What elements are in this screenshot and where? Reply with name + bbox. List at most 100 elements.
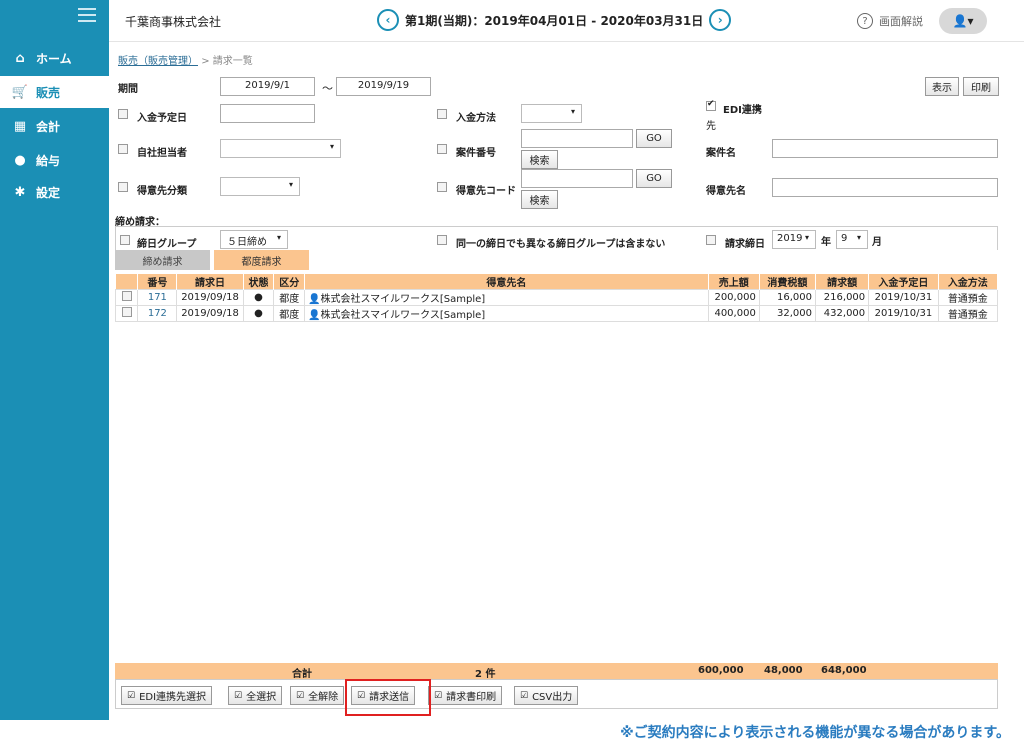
table-row[interactable]: 172 2019/09/18 ● 都度 👤株式会社スマイルワークス[Sample…: [114, 305, 999, 322]
breadcrumb-separator: >: [201, 56, 210, 67]
tab-per-billing[interactable]: 都度請求: [214, 250, 309, 270]
check-icon: ☑: [434, 690, 443, 701]
project-go-button[interactable]: GO: [636, 129, 672, 148]
help-link[interactable]: ? 画面解説: [857, 13, 923, 29]
home-icon: ⌂: [15, 50, 25, 66]
sidebar-item-label: 販売: [36, 85, 61, 100]
top-header: 千葉商事株式会社 ‹ 第1期(当期)：2019年04月01日 - 2020年03…: [109, 0, 1024, 42]
question-icon: ?: [857, 13, 873, 29]
menu-icon[interactable]: [78, 8, 96, 22]
breadcrumb-parent-link[interactable]: 販売（販売管理）: [118, 56, 198, 67]
payment-method-checkbox[interactable]: [437, 109, 447, 119]
invoice-date: 2019/09/18: [176, 305, 244, 322]
table-row[interactable]: 171 2019/09/18 ● 都度 👤株式会社スマイルワークス[Sample…: [114, 289, 999, 306]
print-button[interactable]: 印刷: [963, 77, 999, 96]
highlight-box: [345, 679, 431, 716]
project-no-input[interactable]: [521, 129, 633, 148]
row-checkbox[interactable]: [121, 307, 132, 317]
chevron-down-icon: ▾: [276, 233, 281, 242]
breadcrumb: 販売（販売管理） > 請求一覧: [118, 52, 253, 67]
closing-day-checkbox[interactable]: [706, 235, 716, 245]
button-label: CSV出力: [532, 692, 573, 703]
user-icon: 👤▾: [952, 14, 974, 28]
payment-method-select[interactable]: ▾: [521, 104, 582, 123]
sidebar-item-settings[interactable]: ✱ 設定: [0, 176, 109, 208]
deselect-all-button[interactable]: ☑ 全解除: [290, 686, 345, 705]
project-name-input[interactable]: [772, 139, 998, 158]
sidebar-item-accounting[interactable]: ▦ 会計: [0, 110, 109, 142]
sidebar-item-label: ホーム: [36, 51, 72, 66]
help-label: 画面解説: [879, 15, 923, 28]
chevron-down-icon: ▾: [570, 107, 575, 116]
project-no-checkbox[interactable]: [437, 144, 447, 154]
customer-class-select[interactable]: ▾: [220, 177, 300, 196]
edi-checkbox[interactable]: ✔: [706, 99, 716, 111]
sales-amount: 200,000: [707, 289, 760, 306]
person-icon: 👤: [308, 310, 321, 321]
customer-name-input[interactable]: [772, 178, 998, 197]
invoice-no-link[interactable]: 171: [137, 289, 178, 306]
print-invoice-button[interactable]: ☑ 請求書印刷: [428, 686, 503, 705]
tab-closing-billing[interactable]: 締め請求: [115, 250, 210, 270]
status-icon: ●: [242, 305, 275, 322]
prev-period-icon[interactable]: ‹: [377, 9, 399, 31]
customer-class-label: 得意先分類: [137, 186, 187, 197]
project-no-label: 案件番号: [456, 148, 496, 159]
customer-code-input[interactable]: [521, 169, 633, 188]
check-icon: ☑: [296, 690, 305, 701]
customer-code-checkbox[interactable]: [437, 182, 447, 192]
row-select-cell[interactable]: [114, 289, 139, 306]
select-all-button[interactable]: ☑ 全選択: [228, 686, 283, 705]
period-label: 期間: [118, 84, 138, 95]
csv-export-button[interactable]: ☑ CSV出力: [514, 686, 579, 705]
sidebar-item-label: 会計: [36, 119, 61, 134]
year-select[interactable]: 2019 ▾: [772, 230, 816, 249]
chevron-down-icon: ▾: [329, 142, 334, 151]
show-button[interactable]: 表示: [925, 77, 959, 96]
staff-select[interactable]: ▾: [220, 139, 341, 158]
closing-group-select[interactable]: ５日締め ▾: [220, 230, 288, 249]
invoice-no-link[interactable]: 172: [137, 305, 178, 322]
customer-class-checkbox[interactable]: [118, 182, 128, 192]
period-to-input[interactable]: 2019/9/19: [336, 77, 431, 96]
due-date-input[interactable]: [220, 104, 315, 123]
year-value: 2019: [777, 233, 803, 244]
due-date-checkbox[interactable]: [118, 109, 128, 119]
calculator-icon: ▦: [13, 118, 27, 134]
period-selector: ‹ 第1期(当期)：2019年04月01日 - 2020年03月31日 ›: [371, 9, 737, 31]
sidebar-item-sales[interactable]: 🛒 販売: [0, 76, 109, 108]
period-label: 第1期(当期)：2019年04月01日 - 2020年03月31日: [405, 13, 704, 28]
customer-name-label: 得意先名: [706, 186, 746, 197]
exclude-checkbox[interactable]: [437, 235, 447, 245]
customer-go-button[interactable]: GO: [636, 169, 672, 188]
closing-group-checkbox[interactable]: [120, 235, 130, 245]
header-sales: 売上額: [708, 274, 760, 290]
edi-select-button[interactable]: ☑ EDI連携先選択: [121, 686, 213, 705]
check-icon: ☑: [520, 690, 529, 701]
row-select-cell[interactable]: [114, 305, 139, 322]
customer-search-button[interactable]: 検索: [521, 190, 558, 209]
customer-code-label: 得意先コード: [456, 186, 516, 197]
action-bar: ☑ EDI連携先選択 ☑ 全選択 ☑ 全解除 ☑ 請求送信 ☑ 請求書印刷 ☑ CSV出力: [115, 679, 998, 709]
gear-icon: ✱: [14, 184, 26, 200]
next-period-icon[interactable]: ›: [709, 9, 732, 31]
month-select[interactable]: 9 ▾: [836, 230, 868, 249]
project-search-button[interactable]: 検索: [521, 150, 558, 169]
staff-checkbox[interactable]: [118, 144, 128, 154]
tilde: ～: [322, 82, 333, 95]
totals-sales: 600,000: [698, 665, 744, 676]
customer-name: 株式会社スマイルワークス[Sample]: [320, 310, 486, 321]
chevron-down-icon: ▾: [288, 180, 293, 189]
sidebar-item-payroll[interactable]: ● 給与: [0, 144, 109, 176]
totals-count: 2 件: [475, 669, 496, 680]
user-menu-button[interactable]: 👤▾: [939, 8, 987, 34]
closing-day-label: 請求締日: [725, 239, 765, 250]
header-billed: 請求額: [815, 274, 870, 290]
period-from-input[interactable]: 2019/9/1: [220, 77, 315, 96]
row-checkbox[interactable]: [121, 291, 132, 301]
header-kind: 区分: [273, 274, 306, 290]
staff-label: 自社担当者: [137, 148, 187, 159]
sidebar-item-home[interactable]: ⌂ ホーム: [0, 42, 109, 74]
tax-amount: 16,000: [758, 289, 817, 306]
month-value: 9: [841, 233, 848, 244]
